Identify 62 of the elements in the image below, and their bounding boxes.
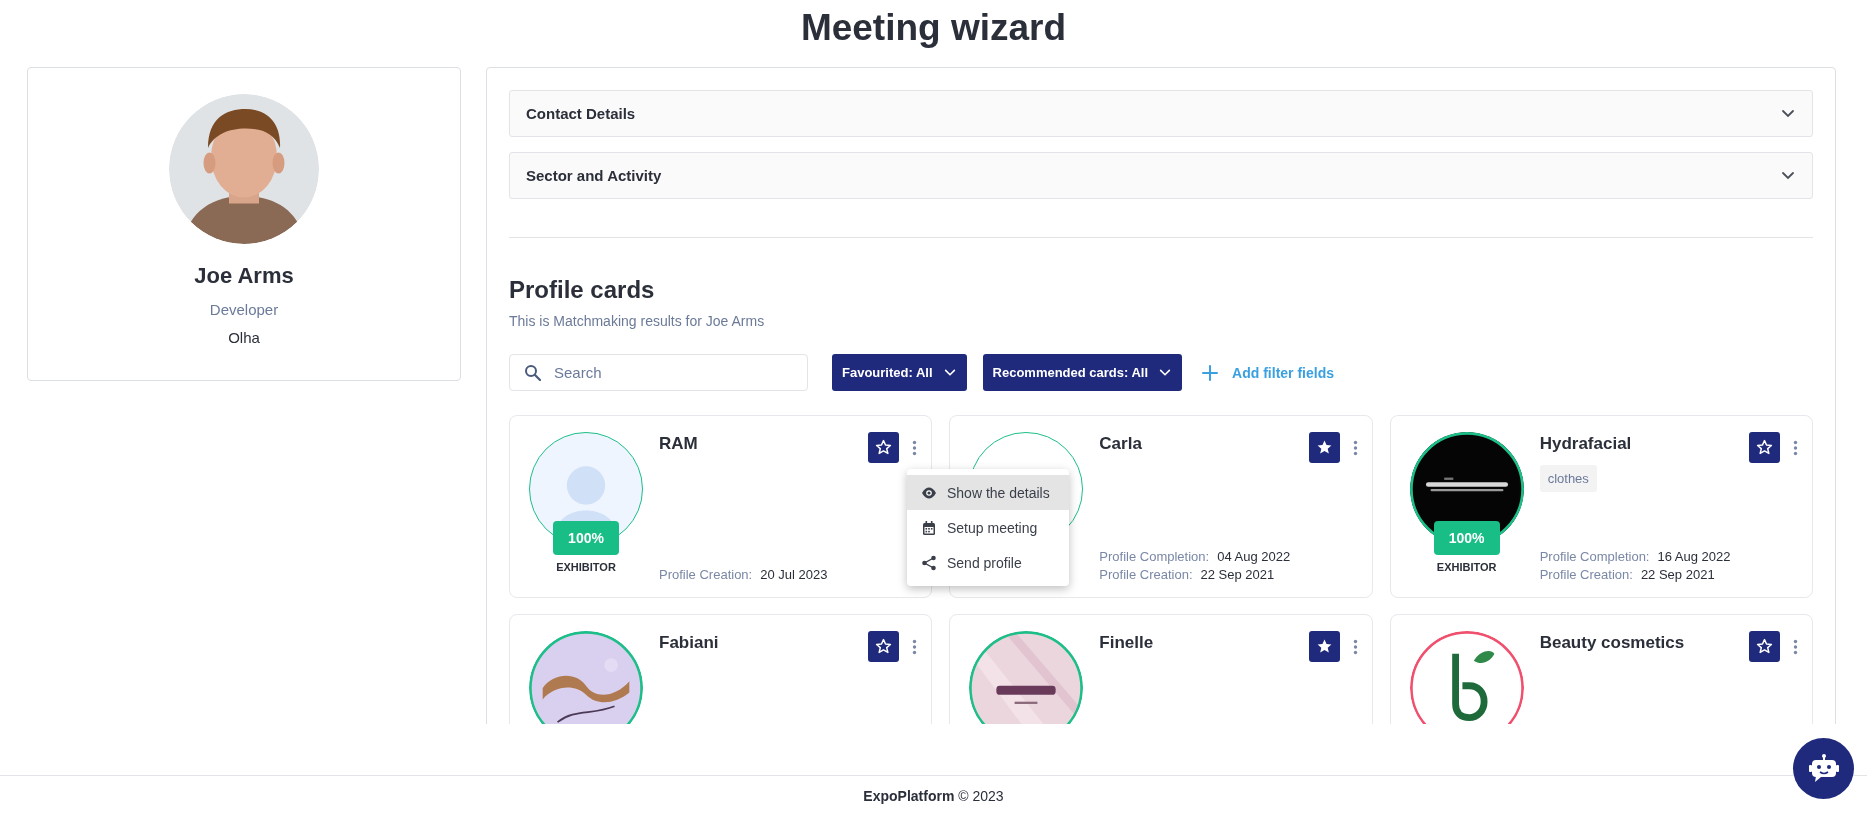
detail-label: Profile Creation:: [659, 567, 753, 582]
share-icon: [921, 554, 937, 571]
user-role: Developer: [209, 301, 279, 318]
more-icon[interactable]: [1793, 639, 1798, 655]
tag-chip: clothes: [1539, 465, 1597, 492]
favourite-button[interactable]: [868, 631, 900, 662]
detail-value: 22 Sep 2021: [1640, 567, 1715, 582]
star-icon: [1756, 638, 1773, 655]
profile-name: RAM: [659, 434, 699, 454]
profile-name: Finelle: [1099, 633, 1155, 653]
page-title: Meeting wizard: [800, 7, 1067, 49]
profile-name: Hydrafacial: [1539, 434, 1633, 454]
user-name: Joe Arms: [194, 263, 294, 289]
star-icon: [1315, 638, 1333, 655]
favourite-button[interactable]: [1308, 631, 1340, 662]
detail-label: Profile Completion:: [1099, 549, 1210, 564]
favourite-button[interactable]: [1308, 432, 1340, 463]
profile-type: EXHIBITOR: [1436, 561, 1497, 573]
calendar-icon: [921, 519, 937, 536]
detail-value: 22 Sep 2021: [1200, 567, 1275, 582]
profile-name: Beauty cosmetics: [1539, 633, 1686, 653]
section-title: Profile cards: [509, 276, 656, 304]
star-icon: [875, 439, 893, 456]
profile-name: Carla: [1099, 434, 1143, 454]
more-icon[interactable]: [1352, 440, 1358, 456]
more-icon[interactable]: [1352, 639, 1358, 655]
star-icon: [875, 638, 893, 655]
section-subtitle: This is Matchmaking results for Joe Arms: [509, 313, 766, 329]
plus-icon: [1202, 364, 1219, 381]
search-icon: [524, 364, 541, 381]
filter-dropdown[interactable]: Favourited: All: [832, 354, 967, 391]
detail-value: 04 Aug 2022: [1217, 549, 1291, 564]
detail-label: Profile Creation:: [1099, 567, 1193, 582]
robot-icon: [1807, 753, 1840, 784]
star-icon: [1756, 439, 1773, 456]
completion-badge: 100%: [1433, 521, 1500, 555]
more-icon[interactable]: [912, 440, 918, 456]
accordion-header[interactable]: Sector and Activity: [509, 152, 1813, 199]
favourite-button[interactable]: [1749, 432, 1780, 463]
more-icon[interactable]: [1793, 440, 1798, 456]
chatbot-button[interactable]: [1793, 738, 1854, 799]
detail-value: 16 Aug 2022: [1657, 549, 1731, 564]
accordion-header[interactable]: Contact Details: [509, 90, 1813, 137]
menu-item[interactable]: Send profile: [907, 545, 1069, 580]
footer-text: ExpoPlatform © 2023: [863, 788, 1004, 804]
more-icon[interactable]: [912, 639, 918, 655]
search-field[interactable]: Search: [509, 354, 808, 391]
favourite-button[interactable]: [868, 432, 900, 463]
user-company: Olha: [228, 329, 260, 346]
completion-badge: 100%: [553, 521, 619, 555]
profile-name: Fabiani: [659, 633, 720, 653]
detail-label: Profile Creation:: [1539, 567, 1633, 582]
star-icon: [1315, 439, 1333, 456]
menu-item[interactable]: Show the details: [907, 475, 1069, 510]
profile-type: EXHIBITOR: [556, 561, 616, 573]
menu-item[interactable]: Setup meeting: [907, 510, 1069, 545]
detail-value: 20 Jul 2023: [760, 567, 828, 582]
detail-label: Profile Completion:: [1539, 549, 1650, 564]
filter-dropdown[interactable]: Recommended cards: All: [982, 354, 1183, 391]
favourite-button[interactable]: [1749, 631, 1780, 662]
accordion-title: Contact Details: [526, 105, 636, 122]
accordion-title: Sector and Activity: [526, 167, 662, 184]
